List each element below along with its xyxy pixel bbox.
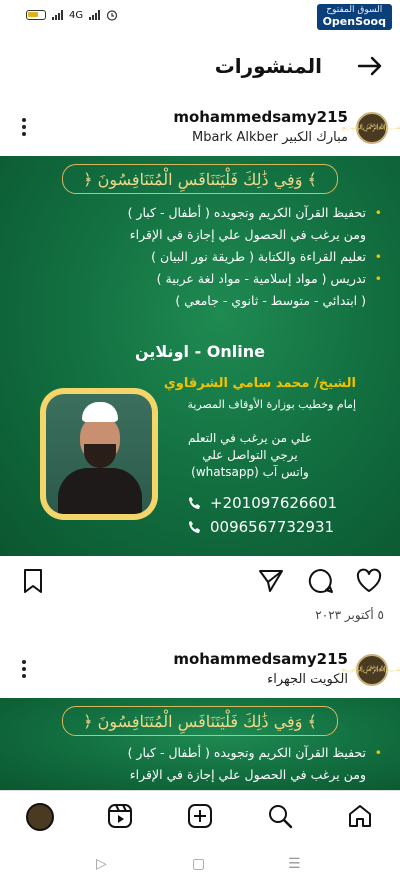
avatar[interactable]: ﷽ (341, 654, 400, 686)
reels-icon[interactable] (107, 803, 133, 829)
services-list: تحفيظ القرآن الكريم وتجويده ( أطفال - كب… (22, 742, 382, 786)
comment-icon[interactable] (308, 568, 334, 594)
heart-icon[interactable] (356, 568, 382, 594)
opensooq-badge[interactable]: السوق المفتوح OpenSooq (316, 4, 392, 30)
phone-number: +201097626601 (210, 494, 338, 512)
service-line: ومن يرغب في الحصول علي إجازة في الإقراء (129, 767, 366, 782)
service-line: ( ابتدائي - متوسط - ثانوي - جامعي ) (175, 293, 366, 308)
service-line: ومن يرغب في الحصول علي إجازة في الإقراء (129, 227, 366, 242)
phone-icon (189, 521, 200, 533)
avatar-logo-icon: ﷽ (341, 121, 400, 131)
verse-banner: ﴿ وَفِي ذَٰلِكَ فَلْيَتَنَافَسِ الْمُتَن… (62, 706, 338, 736)
sheikh-photo (40, 388, 158, 520)
page-title: المنشورات (214, 54, 322, 78)
post-header: mohammedsamy215 الكويت الجهراء ﷽ (0, 650, 400, 700)
service-line: تحفيظ القرآن الكريم وتجويده ( أطفال - كب… (22, 742, 382, 764)
phone-number: 0096567732931 (210, 518, 335, 536)
back-button[interactable] (356, 52, 384, 87)
post-image[interactable]: ﴿ وَفِي ذَٰلِكَ فَلْيَتَنَافَسِ الْمُتَن… (0, 156, 400, 556)
post-actions (0, 566, 400, 596)
sheikh-name: الشيخ/ محمد سامي الشرقاوي (163, 376, 356, 391)
add-post-icon[interactable] (187, 803, 213, 829)
bottom-navigation (0, 790, 400, 842)
contact-line: علي من يرغب في التعلم (187, 431, 313, 445)
more-options-icon[interactable] (22, 660, 26, 681)
alarm-icon (107, 10, 118, 21)
phone-2: 0096567732931 (188, 518, 334, 536)
post-location[interactable]: Mbark Alkber مبارك الكبير (192, 130, 348, 145)
verse-banner: ﴿ وَفِي ذَٰلِكَ فَلْيَتَنَافَسِ الْمُتَن… (62, 164, 338, 194)
service-line: تحفيظ القرآن الكريم وتجويده ( أطفال - كب… (22, 202, 382, 224)
more-options-icon[interactable] (22, 118, 26, 139)
post-username[interactable]: mohammedsamy215 (173, 650, 348, 668)
page-header: المنشورات (0, 48, 400, 88)
post-location[interactable]: الكويت الجهراء (267, 672, 348, 687)
contact-line: واتس آب (whatsapp) (191, 465, 309, 479)
post-username[interactable]: mohammedsamy215 (173, 108, 348, 126)
signal-icon (52, 10, 63, 20)
contact-line: يرجي التواصل علي (202, 448, 298, 462)
services-list: تحفيظ القرآن الكريم وتجويده ( أطفال - كب… (22, 202, 382, 312)
home-icon[interactable] (347, 803, 373, 829)
post-date: ٥ أكتوبر ٢٠٢٣ (315, 608, 384, 622)
battery-icon (26, 10, 46, 20)
recents-icon[interactable]: ▷ (96, 856, 107, 872)
service-line: تعليم القراءة والكتابة ( طريقة نور البيا… (22, 246, 382, 268)
badge-arabic: السوق المفتوح (326, 5, 383, 15)
avatar[interactable]: ﷽ (341, 112, 400, 144)
arrow-right-icon (357, 56, 382, 76)
back-system-icon[interactable]: ☰ (288, 856, 301, 872)
post-image[interactable]: ﴿ وَفِي ذَٰلِكَ فَلْيَتَنَافَسِ الْمُتَن… (0, 698, 400, 790)
phone-1: +201097626601 (188, 494, 337, 512)
service-line: تدريس ( مواد إسلامية - مواد لغة عربية ) (22, 268, 382, 290)
search-icon[interactable] (267, 803, 293, 829)
post-header: mohammedsamy215 Mbark Alkber مبارك الكبي… (0, 108, 400, 158)
online-label: اونلاين - Online (135, 342, 265, 361)
contact-text: علي من يرغب في التعلم يرجي التواصل علي و… (160, 430, 340, 481)
system-navigation: ▷ ▢ ☰ (0, 844, 400, 889)
status-bar: 4G السوق المفتوح OpenSooq (0, 0, 400, 36)
home-system-icon[interactable]: ▢ (192, 856, 205, 872)
profile-icon[interactable] (26, 803, 54, 831)
network-label: 4G (69, 9, 84, 21)
sheikh-role: إمام وخطيب بوزارة الأوقاف المصرية (187, 398, 356, 411)
signal-2-icon (89, 10, 101, 20)
phone-icon (189, 497, 200, 509)
avatar-logo-icon: ﷽ (341, 663, 400, 673)
bookmark-icon[interactable] (20, 568, 46, 594)
send-icon[interactable] (258, 568, 284, 594)
badge-english: OpenSooq (322, 14, 386, 28)
